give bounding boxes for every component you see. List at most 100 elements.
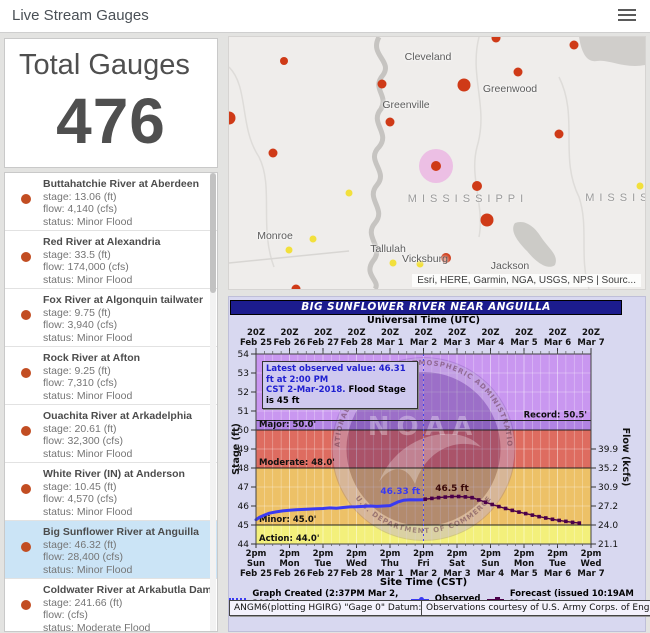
- site-time-tick-label: 2pm: [279, 549, 300, 559]
- gauge-marker-flood[interactable]: [458, 79, 471, 92]
- gauge-status: status: Minor Flood: [43, 216, 203, 229]
- forecast-point: [537, 515, 541, 519]
- stage-tick-label: 46: [238, 502, 250, 512]
- list-item[interactable]: Buttahatchie River at Aberdeenstage: 13.…: [5, 173, 217, 231]
- gauge-marker-flood[interactable]: [481, 214, 494, 227]
- utc-hour-label: 20Z: [482, 328, 500, 338]
- forecast-point: [564, 520, 568, 524]
- forecast-point: [504, 507, 508, 511]
- map-attribution: Esri, HERE, Garmin, NGA, USGS, NPS | Sou…: [412, 274, 641, 287]
- flow-axis-title: Flow (kcfs): [620, 428, 631, 487]
- map-label-state: MISSISSIPPI: [408, 193, 528, 205]
- stage-tick-label: 45: [238, 521, 249, 531]
- gauge-name: Ouachita River at Arkadelphia: [43, 410, 203, 423]
- gauge-marker-flood[interactable]: [514, 68, 523, 77]
- forecast-peak-label: 46.5 ft: [435, 484, 469, 494]
- utc-date-label: Mar 3: [443, 338, 470, 348]
- page-title: Live Stream Gauges: [12, 7, 149, 24]
- gauge-marker-flood[interactable]: [292, 285, 301, 291]
- gauge-status-dot-icon: [21, 252, 31, 262]
- site-day-label: Sat: [449, 559, 465, 569]
- total-gauges-label: Total Gauges: [19, 49, 217, 82]
- gauge-flow: flow: 174,000 (cfs): [43, 261, 203, 274]
- site-day-label: Thu: [381, 559, 399, 569]
- list-item[interactable]: Red River at Alexandriastage: 33.5 (ft)f…: [5, 231, 217, 289]
- gauge-status-dot-icon: [21, 368, 31, 378]
- gauge-marker-flood[interactable]: [386, 118, 395, 127]
- gauge-stage: stage: 9.25 (ft): [43, 365, 203, 378]
- utc-date-label: Mar 2: [410, 338, 437, 348]
- utc-hour-label: 20Z: [314, 328, 332, 338]
- gauge-list: Buttahatchie River at Aberdeenstage: 13.…: [4, 172, 218, 632]
- menu-icon[interactable]: [618, 9, 636, 23]
- map-label-state: MISSISS: [585, 192, 646, 204]
- utc-date-label: Mar 4: [477, 338, 504, 348]
- site-time-tick-label: 2pm: [547, 549, 568, 559]
- forecast-point: [557, 519, 561, 523]
- forecast-point: [423, 497, 427, 501]
- list-scrollbar-thumb[interactable]: [210, 173, 216, 293]
- forecast-point: [497, 505, 501, 509]
- flow-tick-label: 39.9: [598, 445, 618, 455]
- threshold-label: Moderate: 48.0': [259, 458, 335, 468]
- forecast-point: [571, 521, 575, 525]
- forecast-point: [430, 497, 434, 501]
- gauge-marker-action[interactable]: [286, 247, 293, 254]
- utc-date-label: Mar 5: [510, 338, 537, 348]
- map-label-city: Vicksburg: [402, 253, 448, 265]
- gauge-flow: flow: (cfs): [43, 609, 203, 622]
- utc-hour-label: 20Z: [281, 328, 299, 338]
- gauge-status-dot-icon: [21, 310, 31, 320]
- site-day-label: Fri: [417, 559, 429, 569]
- site-day-label: Tue: [549, 559, 566, 569]
- list-item[interactable]: Ouachita River at Arkadelphiastage: 20.6…: [5, 405, 217, 463]
- site-time-tick-label: 2pm: [246, 549, 267, 559]
- site-time-tick-label: 2pm: [313, 549, 334, 559]
- gauge-flow: flow: 28,400 (cfs): [43, 551, 203, 564]
- stage-tick-label: 52: [238, 388, 249, 398]
- gauge-marker-action[interactable]: [637, 183, 644, 190]
- gauge-marker-flood[interactable]: [280, 57, 288, 65]
- flow-tick-label: 35.2: [598, 464, 618, 474]
- gauge-marker-action[interactable]: [390, 260, 397, 267]
- gauge-status: status: Minor Flood: [43, 390, 203, 403]
- threshold-label: Record: 50.5': [524, 411, 587, 421]
- site-day-label: Sun: [247, 559, 265, 569]
- list-item[interactable]: Rock River at Aftonstage: 9.25 (ft)flow:…: [5, 347, 217, 405]
- site-day-label: Tue: [315, 559, 332, 569]
- gauge-marker-flood[interactable]: [570, 41, 579, 50]
- list-item[interactable]: Fox River at Algonquin tailwaterstage: 9…: [5, 289, 217, 347]
- flow-tick-label: 27.2: [598, 502, 618, 512]
- gauge-name: Buttahatchie River at Aberdeen: [43, 178, 203, 191]
- gauge-flow: flow: 3,940 (cfs): [43, 319, 203, 332]
- gauge-marker-flood[interactable]: [269, 149, 278, 158]
- gauge-stage: stage: 20.61 (ft): [43, 423, 203, 436]
- gauge-flow: flow: 7,310 (cfs): [43, 377, 203, 390]
- gauge-status-dot-icon: [21, 600, 31, 610]
- gauge-marker-selected[interactable]: [431, 161, 441, 171]
- forecast-point: [510, 509, 514, 513]
- site-time-tick-label: 2pm: [447, 549, 468, 559]
- gauge-marker-flood[interactable]: [472, 181, 482, 191]
- utc-hour-label: 20Z: [448, 328, 466, 338]
- chart-bottom-axis-title: Site Time (CST): [256, 577, 591, 588]
- stage-tick-label: 51: [238, 407, 249, 417]
- gauge-marker-flood[interactable]: [378, 80, 387, 89]
- forecast-point: [477, 498, 481, 502]
- threshold-label: Minor: 45.0': [259, 515, 316, 525]
- forecast-point: [470, 496, 474, 500]
- gauge-marker-flood[interactable]: [555, 130, 564, 139]
- list-item[interactable]: White River (IN) at Andersonstage: 10.45…: [5, 463, 217, 521]
- list-item[interactable]: Coldwater River at Arkabutla Damstage: 2…: [5, 579, 217, 632]
- forecast-point: [577, 521, 581, 525]
- forecast-point: [517, 510, 521, 514]
- list-scrollbar[interactable]: [210, 173, 216, 631]
- gauge-name: Coldwater River at Arkabutla Dam: [43, 584, 203, 597]
- map[interactable]: ClevelandGreenvilleGreenwoodMonroeTallul…: [228, 36, 646, 290]
- gauge-marker-action[interactable]: [310, 236, 317, 243]
- forecast-point: [450, 495, 454, 499]
- gauge-marker-action[interactable]: [346, 190, 353, 197]
- site-day-label: Wed: [581, 559, 602, 569]
- list-item[interactable]: Big Sunflower River at Anguillastage: 46…: [5, 521, 217, 579]
- site-time-tick-label: 2pm: [413, 549, 434, 559]
